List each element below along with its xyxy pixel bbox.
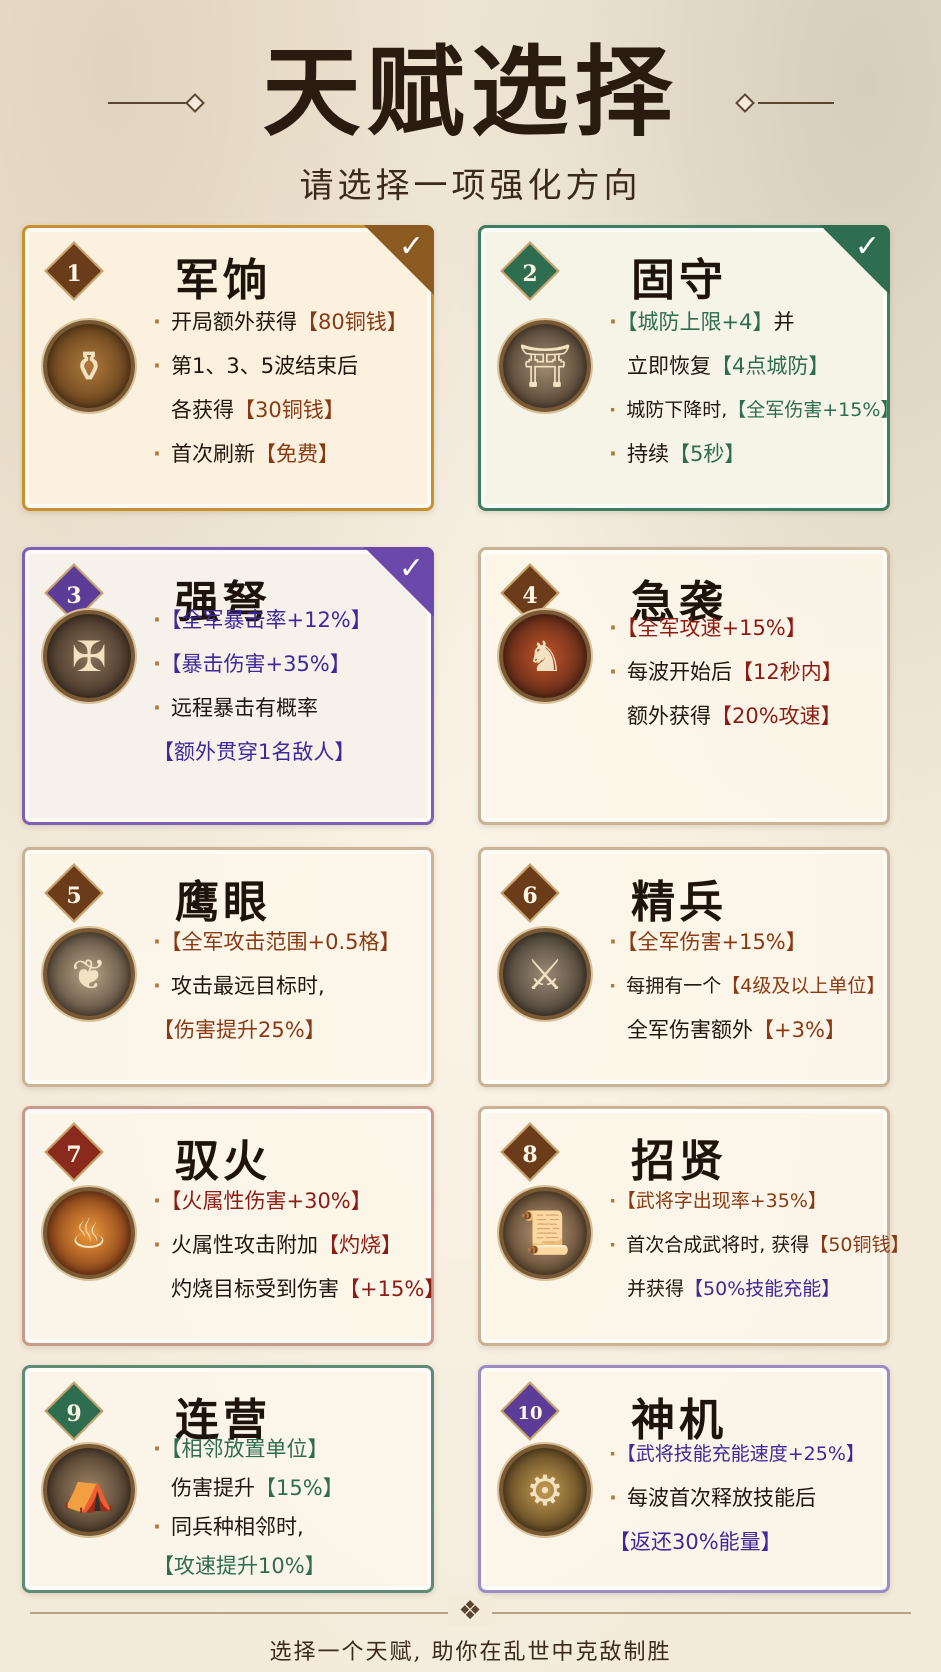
card-number-badge: 10 [500,1381,560,1441]
talent-card-2[interactable]: 2 固守 ✓ ⛩ 【城防上限+4】并 立即恢复【4点城防】 城防下降时,【全军伤… [478,225,899,511]
talent-name: 军饷 [175,255,271,306]
card-number-badge: 8 [500,1122,560,1182]
talent-line: 每拥有一个【4级及以上单位】 [609,964,885,1008]
talent-line: 同兵种相邻时, [153,1508,423,1547]
talent-line: 持续【5秒】 [609,432,879,476]
talent-line: 【全军攻速+15%】 [609,606,879,650]
talent-card-8[interactable]: 8 招贤 📜 【武将字出现率+35%】 首次合成武将时, 获得【50铜钱】 并获… [478,1106,910,1346]
crossbow-icon: ✠ [43,610,135,702]
talent-line: 【全军伤害+15%】 [609,920,879,964]
page-subtitle: 请选择一项强化方向 [299,166,642,206]
talent-line: 第1、3、5波结束后 [153,344,423,388]
talent-line: 【武将技能充能速度+25%】 [609,1432,879,1476]
talent-line: 【返还30%能量】 [609,1530,782,1554]
talent-line: 【城防上限+4】并 [609,300,879,344]
talent-card-3[interactable]: 3 强弩 ✓ ✠ 【全军暴击率+12%】 【暴击伤害+35%】 远程暴击有概率 … [22,547,434,825]
talent-line: 【相邻放置单位】 [153,1430,423,1469]
talent-line: 【额外贯穿1名敌人】 [153,740,356,764]
talent-line: 【暴击伤害+35%】 [153,642,423,686]
talent-line: 【火属性伤害+30%】 [153,1179,423,1223]
scroll-general-icon: 📜 [499,1187,591,1279]
eagle-icon: ❦ [43,928,135,1020]
card-number-badge: 1 [44,241,104,301]
selected-check-icon: ✓ [820,225,890,295]
card-number-badge: 2 [500,241,560,301]
talent-card-9[interactable]: 9 连营 ⛺ 【相邻放置单位】 伤害提升【15%】 同兵种相邻时, 【攻速提升1… [22,1365,434,1593]
selected-check-icon: ✓ [364,225,434,295]
talent-line: 火属性攻击附加【灼烧】 [153,1223,423,1267]
soldiers-icon: ⚔ [499,928,591,1020]
card-number-badge: 7 [44,1122,104,1182]
talent-line: 开局额外获得【80铜钱】 [153,300,423,344]
talent-line: 城防下降时,【全军伤害+15%】 [609,388,899,432]
talent-line: 【攻速提升10%】 [153,1554,326,1578]
gear-mechanism-icon: ⚙ [499,1444,591,1536]
talent-line: 并获得【50%技能充能】 [627,1278,841,1300]
talent-line: 【全军攻击范围+0.5格】 [153,920,423,964]
talent-line: 【武将字出现率+35%】 [609,1179,879,1223]
talent-line: 全军伤害额外【+3%】 [627,1018,846,1042]
talent-card-6[interactable]: 6 精兵 ⚔ 【全军伤害+15%】 每拥有一个【4级及以上单位】 全军伤害额外【… [478,847,890,1087]
fire-icon: ♨ [43,1187,135,1279]
card-number-badge: 6 [500,863,560,923]
talent-card-7[interactable]: 7 驭火 ♨ 【火属性伤害+30%】 火属性攻击附加【灼烧】 灼烧目标受到伤害【… [22,1106,446,1346]
ornament-right [730,93,834,113]
camp-icon: ⛺ [43,1444,135,1536]
talent-line: 首次合成武将时, 获得【50铜钱】 [609,1223,909,1267]
talent-line: 每波开始后【12秒内】 [609,650,879,694]
money-bag-icon: ⚱ [43,320,135,412]
talent-line: 额外获得【20%攻速】 [627,704,842,728]
talent-line: 【全军暴击率+12%】 [153,598,423,642]
talent-line: 远程暴击有概率 [153,686,423,730]
talent-line: 伤害提升【15%】 [171,1476,344,1500]
talent-line: 首次刷新【免费】 [153,432,423,476]
talent-card-1[interactable]: 1 军饷 ✓ ⚱ 开局额外获得【80铜钱】 第1、3、5波结束后 各获得【30铜… [22,225,434,511]
footer-ornament-icon: ❖ [448,1596,492,1626]
talent-name: 固守 [631,255,727,306]
talent-card-10[interactable]: 10 神机 ⚙ 【武将技能充能速度+25%】 每波首次释放技能后 【返还30%能… [478,1365,890,1593]
fortress-icon: ⛩ [499,320,591,412]
talent-line: 灼烧目标受到伤害【+15%】 [171,1277,446,1301]
talent-card-4[interactable]: 4 急袭 ♞ 【全军攻速+15%】 每波开始后【12秒内】 额外获得【20%攻速… [478,547,890,825]
talent-line: 【伤害提升25%】 [153,1018,326,1042]
footer-text: 选择一个天赋, 助你在乱世中克敌制胜 [269,1640,672,1665]
talent-line: 攻击最远目标时, [153,964,423,1008]
card-number-badge: 9 [44,1381,104,1441]
talent-card-5[interactable]: 5 鹰眼 ❦ 【全军攻击范围+0.5格】 攻击最远目标时, 【伤害提升25%】 [22,847,434,1087]
header: 天赋选择 请选择一项强化方向 [0,0,941,215]
horse-rider-icon: ♞ [499,610,591,702]
talent-line: 立即恢复【4点城防】 [627,354,830,378]
talent-line: 每波首次释放技能后 [609,1476,879,1520]
card-number-badge: 5 [44,863,104,923]
talent-line: 各获得【30铜钱】 [171,398,345,422]
